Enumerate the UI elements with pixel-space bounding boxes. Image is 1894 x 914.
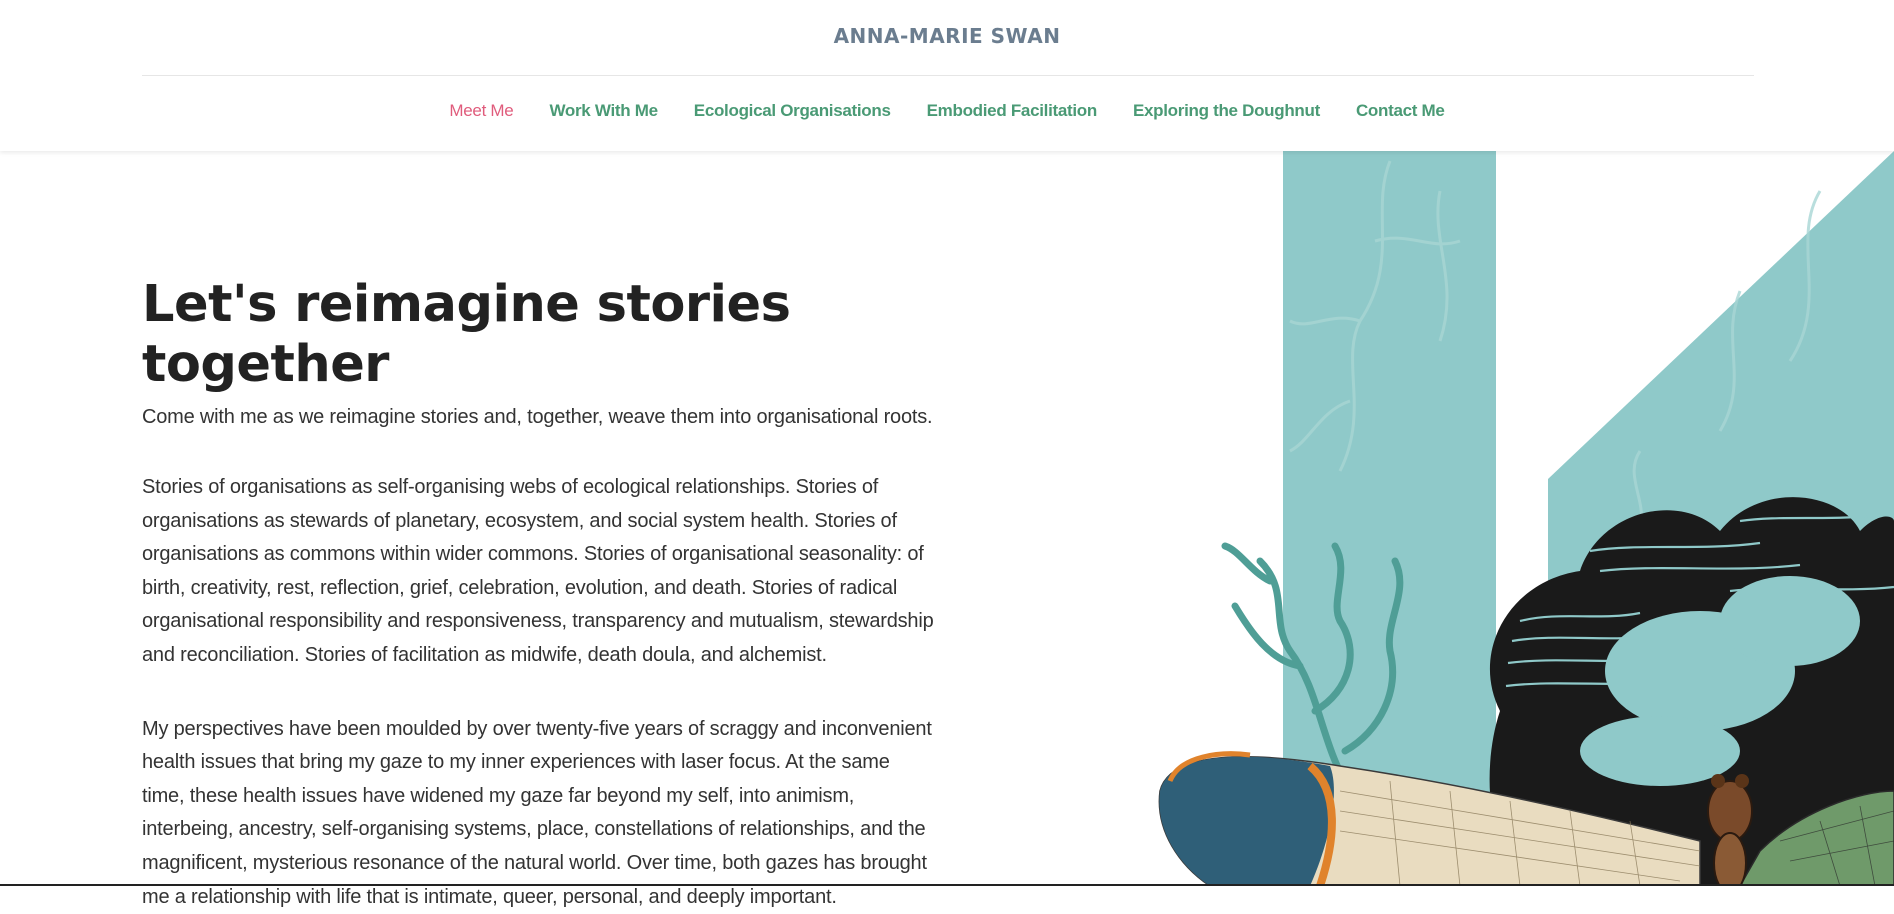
site-title[interactable]: ANNA-MARIE SWAN (0, 24, 1894, 48)
hero-artwork (1140, 151, 1894, 886)
site-header: ANNA-MARIE SWAN Meet Me Work With Me Eco… (0, 0, 1894, 151)
nav-item-exploring-the-doughnut[interactable]: Exploring the Doughnut (1133, 101, 1320, 121)
nav-item-embodied-facilitation[interactable]: Embodied Facilitation (927, 101, 1098, 121)
nav-item-meet-me[interactable]: Meet Me (449, 101, 513, 121)
nav-item-ecological-organisations[interactable]: Ecological Organisations (694, 101, 891, 121)
lead-paragraph: Come with me as we reimagine stories and… (142, 406, 933, 428)
nav-item-work-with-me[interactable]: Work With Me (549, 101, 658, 121)
main-nav: Meet Me Work With Me Ecological Organisa… (0, 101, 1894, 121)
page-headline: Let's reimagine stories together (142, 275, 791, 394)
header-divider (142, 75, 1754, 76)
nav-item-contact-me[interactable]: Contact Me (1356, 101, 1445, 121)
body-paragraph-stories: Stories of organisations as self-organis… (142, 476, 934, 666)
hero-content: Let's reimagine stories together Come wi… (142, 275, 942, 914)
collage-illustration (1158, 151, 1894, 886)
